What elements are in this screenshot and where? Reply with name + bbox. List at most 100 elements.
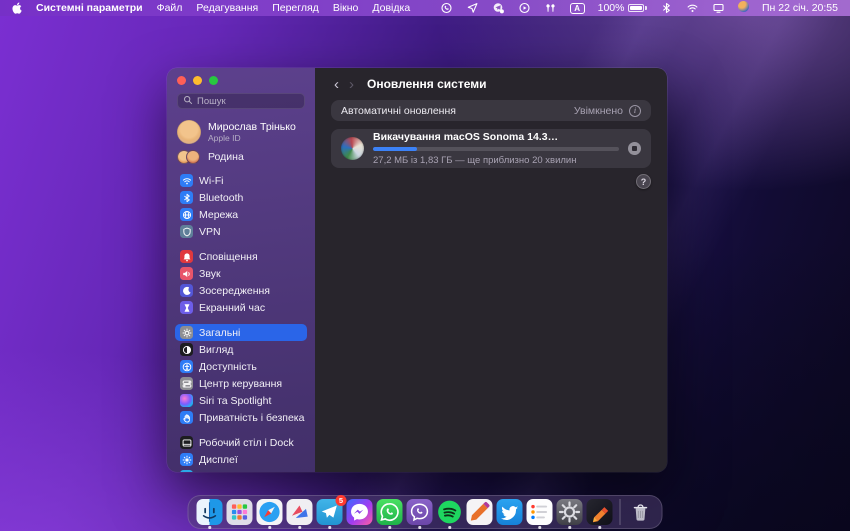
sidebar-item-звук[interactable]: Звук	[175, 265, 307, 282]
family-row[interactable]: Родина	[167, 146, 315, 166]
sidebar-item-siri-та-spotlight[interactable]: Siri та Spotlight	[175, 392, 307, 409]
sidebar-item-vpn[interactable]: VPN	[175, 223, 307, 240]
viber-status-icon[interactable]	[440, 2, 453, 14]
dock-icon-system-settings[interactable]	[557, 499, 583, 525]
menu-файл[interactable]: Файл	[157, 2, 183, 14]
menu-app-name[interactable]: Системні параметри	[36, 2, 143, 14]
dock: 5	[188, 495, 663, 529]
sidebar-item-label: Siri та Spotlight	[199, 395, 271, 407]
play-status-icon[interactable]	[518, 2, 531, 14]
automatic-updates-row[interactable]: Автоматичні оновлення Увімкнено i	[331, 100, 651, 121]
download-status: 27,2 МБ із 1,83 ГБ — ще приблизно 20 хви…	[373, 155, 619, 166]
menu-редагування[interactable]: Редагування	[196, 2, 258, 14]
shield-icon	[180, 225, 193, 238]
settings-main-panel: ‹ › Оновлення системи Автоматичні оновле…	[315, 68, 667, 472]
bell-icon	[180, 250, 193, 263]
dock-icon-origami-app[interactable]	[287, 499, 313, 525]
sidebar-item-label: Зосередження	[199, 285, 270, 297]
apple-menu-icon[interactable]	[12, 2, 22, 14]
telegram-status-icon[interactable]	[492, 2, 505, 14]
sidebar-item-label: VPN	[199, 226, 221, 238]
dock-icon-telegram[interactable]: 5	[317, 499, 343, 525]
dock-icon-reminders[interactable]	[527, 499, 553, 525]
wifi-status-icon[interactable]	[686, 2, 699, 14]
user-name: Мирослав Трінько	[208, 121, 296, 133]
system-settings-window: Пошук Мирослав Трінько Apple ID Родина W…	[167, 68, 667, 472]
back-button[interactable]: ‹	[331, 77, 342, 92]
sidebar-item-label: Екранний час	[199, 302, 265, 314]
user-avatar	[177, 120, 201, 144]
stop-download-button[interactable]	[628, 142, 641, 155]
window-controls	[167, 68, 315, 85]
running-indicator-dot	[598, 526, 601, 529]
sidebar-item-робочий-стіл-і-dock[interactable]: Робочий стіл і Dock	[175, 434, 307, 451]
dock-icon-trash[interactable]	[628, 499, 654, 525]
running-indicator-dot	[418, 526, 421, 529]
minimize-button[interactable]	[193, 76, 202, 85]
menu-перегляд[interactable]: Перегляд	[272, 2, 319, 14]
sidebar-item-екранний-час[interactable]: Екранний час	[175, 299, 307, 316]
location-status-icon[interactable]	[466, 2, 479, 14]
search-input[interactable]: Пошук	[177, 93, 305, 109]
search-placeholder: Пошук	[197, 96, 226, 107]
dock-icon-finder[interactable]	[197, 499, 223, 525]
sidebar-item-label: Загальні	[199, 327, 240, 339]
family-avatars	[177, 150, 200, 164]
sidebar-item-сповіщення[interactable]: Сповіщення	[175, 248, 307, 265]
sidebar-item-приватність-і-безпека[interactable]: Приватність і безпека	[175, 409, 307, 426]
dock-icon-launchpad[interactable]	[227, 499, 253, 525]
dock-icon-rocket-app[interactable]	[587, 499, 613, 525]
battery-indicator[interactable]: 100%	[598, 2, 647, 14]
info-icon[interactable]: i	[629, 105, 641, 117]
user-subtitle: Apple ID	[208, 133, 296, 143]
download-progress-fill	[373, 147, 417, 151]
sidebar-item-центр-керування[interactable]: Центр керування	[175, 375, 307, 392]
dock-icon-whatsapp[interactable]	[377, 499, 403, 525]
menu-clock[interactable]: Пн 22 січ. 20:55	[762, 2, 838, 14]
sidebar-item-label: Bluetooth	[199, 192, 243, 204]
sidebar-item-label: Доступність	[199, 361, 257, 373]
forward-button[interactable]: ›	[346, 77, 357, 92]
hand-icon	[180, 411, 193, 424]
input-source-indicator[interactable]: A	[570, 3, 585, 14]
menu-довідка[interactable]: Довідка	[372, 2, 410, 14]
sidebar-item-мережа[interactable]: Мережа	[175, 206, 307, 223]
avatar-status-icon[interactable]	[738, 1, 749, 15]
apple-id-row[interactable]: Мирослав Трінько Apple ID	[167, 115, 315, 146]
toggles-icon	[180, 377, 193, 390]
sidebar-item-bluetooth[interactable]: Bluetooth	[175, 189, 307, 206]
sidebar-item-label: Центр керування	[199, 378, 282, 390]
menu-вікно[interactable]: Вікно	[333, 2, 359, 14]
stop-icon	[632, 146, 637, 151]
hourglass-icon	[180, 301, 193, 314]
running-indicator-dot	[268, 526, 271, 529]
sidebar-item-wi-fi[interactable]: Wi-Fi	[175, 172, 307, 189]
help-button[interactable]: ?	[636, 174, 651, 189]
siri-icon	[180, 394, 193, 407]
sidebar-item-загальні[interactable]: Загальні	[175, 324, 307, 341]
airpods-status-icon[interactable]	[544, 2, 557, 14]
dock-icon-spotify[interactable]	[437, 499, 463, 525]
sidebar-item-дисплеї[interactable]: Дисплеї	[175, 451, 307, 468]
update-download-row: Викачування macOS Sonoma 14.3… 27,2 МБ і…	[331, 129, 651, 168]
display-status-icon[interactable]	[712, 2, 725, 14]
bluetooth-status-icon[interactable]	[660, 2, 673, 14]
family-label: Родина	[208, 151, 244, 163]
sidebar-item-доступність[interactable]: Доступність	[175, 358, 307, 375]
dock-icon-messenger[interactable]	[347, 499, 373, 525]
dock-icon-safari[interactable]	[257, 499, 283, 525]
sidebar-item-label: Сповіщення	[199, 251, 258, 263]
running-indicator-dot	[328, 526, 331, 529]
sidebar-item-зосередження[interactable]: Зосередження	[175, 282, 307, 299]
dock-icon-viber[interactable]	[407, 499, 433, 525]
notification-badge: 5	[336, 495, 347, 506]
desktop: Системні параметри Файл Редагування Перегл…	[0, 0, 850, 531]
sidebar-item-label: Звук	[199, 268, 221, 280]
dock-separator	[620, 499, 621, 525]
close-button[interactable]	[177, 76, 186, 85]
dock-icon-paint-app[interactable]	[467, 499, 493, 525]
sidebar-item-шпалери[interactable]: Шпалери	[175, 468, 307, 472]
dock-icon-twitter[interactable]	[497, 499, 523, 525]
sidebar-item-вигляд[interactable]: Вигляд	[175, 341, 307, 358]
zoom-button[interactable]	[209, 76, 218, 85]
